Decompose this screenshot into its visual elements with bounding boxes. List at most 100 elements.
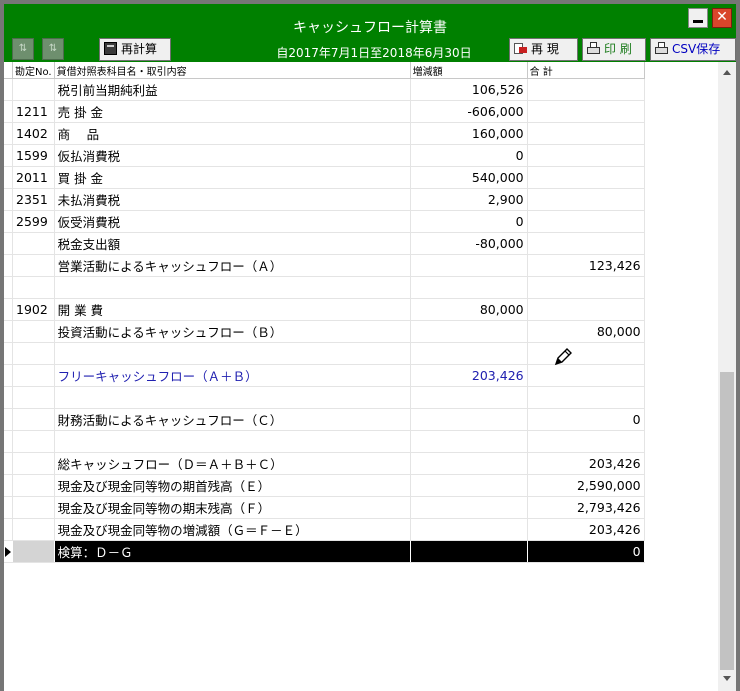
- table-row[interactable]: 2351 未払消費税 2,900: [4, 188, 645, 211]
- row-selector[interactable]: [4, 100, 13, 123]
- amount-cell[interactable]: [410, 320, 528, 343]
- account-name-cell[interactable]: 検算：Ｄ－Ｇ: [54, 540, 411, 563]
- account-name-cell[interactable]: 財務活動によるキャッシュフロー（Ｃ）: [54, 408, 411, 431]
- account-name-cell[interactable]: 商 品: [54, 122, 411, 145]
- account-name-cell[interactable]: [54, 342, 411, 365]
- account-code-cell[interactable]: 1599: [12, 144, 55, 167]
- close-icon[interactable]: ✕: [712, 8, 732, 28]
- row-selector[interactable]: [4, 144, 13, 167]
- account-name-cell[interactable]: [54, 386, 411, 409]
- account-name-cell[interactable]: 買 掛 金: [54, 166, 411, 189]
- row-selector[interactable]: [4, 210, 13, 233]
- csv-save-button[interactable]: CSV保存: [650, 38, 736, 61]
- account-name-cell[interactable]: 営業活動によるキャッシュフロー（Ａ）: [54, 254, 411, 277]
- table-row[interactable]: 税金支出額 -80,000: [4, 232, 645, 255]
- account-code-cell[interactable]: [12, 474, 55, 497]
- table-row[interactable]: 財務活動によるキャッシュフロー（Ｃ） 0: [4, 408, 645, 431]
- scroll-down-icon[interactable]: [723, 676, 731, 681]
- row-selector[interactable]: [4, 496, 13, 519]
- amount-cell[interactable]: -80,000: [410, 232, 528, 255]
- account-code-cell[interactable]: [12, 408, 55, 431]
- table-row[interactable]: [4, 386, 645, 409]
- row-selector[interactable]: [4, 188, 13, 211]
- account-code-cell[interactable]: [12, 254, 55, 277]
- table-row[interactable]: 投資活動によるキャッシュフロー（Ｂ） 80,000: [4, 320, 645, 343]
- table-row[interactable]: 総キャッシュフロー（Ｄ＝Ａ＋Ｂ＋Ｃ） 203,426: [4, 452, 645, 475]
- account-name-cell[interactable]: 現金及び現金同等物の期末残高（Ｆ）: [54, 496, 411, 519]
- total-cell[interactable]: [527, 430, 645, 453]
- header-name[interactable]: 貸借対照表科目名・取引内容: [54, 62, 411, 79]
- account-name-cell[interactable]: 現金及び現金同等物の増減額（Ｇ＝Ｆ－Ｅ）: [54, 518, 411, 541]
- account-name-cell[interactable]: [54, 276, 411, 299]
- table-row[interactable]: [4, 430, 645, 453]
- account-name-cell[interactable]: 現金及び現金同等物の期首残高（Ｅ）: [54, 474, 411, 497]
- row-selector[interactable]: [4, 540, 13, 563]
- total-cell[interactable]: 0: [527, 408, 645, 431]
- table-row[interactable]: [4, 342, 645, 365]
- total-cell[interactable]: 2,590,000: [527, 474, 645, 497]
- total-cell[interactable]: [527, 144, 645, 167]
- total-cell[interactable]: [527, 210, 645, 233]
- amount-cell[interactable]: 2,900: [410, 188, 528, 211]
- sort-desc-icon[interactable]: ⇅: [42, 38, 64, 60]
- table-row[interactable]: 1211 売 掛 金 -606,000: [4, 100, 645, 123]
- row-selector[interactable]: [4, 452, 13, 475]
- row-selector[interactable]: [4, 386, 13, 409]
- total-cell[interactable]: [527, 342, 645, 365]
- amount-cell[interactable]: [410, 386, 528, 409]
- account-code-cell[interactable]: [12, 232, 55, 255]
- row-selector[interactable]: [4, 342, 13, 365]
- table-row[interactable]: 現金及び現金同等物の期首残高（Ｅ） 2,590,000: [4, 474, 645, 497]
- row-selector[interactable]: [4, 430, 13, 453]
- row-selector[interactable]: [4, 408, 13, 431]
- table-row[interactable]: 1902 開 業 費 80,000: [4, 298, 645, 321]
- row-selector[interactable]: [4, 298, 13, 321]
- account-code-cell[interactable]: [12, 386, 55, 409]
- amount-cell[interactable]: 0: [410, 144, 528, 167]
- account-name-cell[interactable]: フリーキャッシュフロー（Ａ＋Ｂ）: [54, 364, 411, 387]
- print-button[interactable]: 印 刷: [582, 38, 646, 61]
- minimize-icon[interactable]: [688, 8, 708, 28]
- account-name-cell[interactable]: 未払消費税: [54, 188, 411, 211]
- table-row[interactable]: 1599 仮払消費税 0: [4, 144, 645, 167]
- table-row[interactable]: 営業活動によるキャッシュフロー（Ａ） 123,426: [4, 254, 645, 277]
- account-code-cell[interactable]: [12, 452, 55, 475]
- amount-cell[interactable]: 106,526: [410, 78, 528, 101]
- total-cell[interactable]: [527, 232, 645, 255]
- header-amount[interactable]: 増減額: [410, 62, 528, 79]
- account-code-cell[interactable]: 2011: [12, 166, 55, 189]
- account-code-cell[interactable]: [12, 496, 55, 519]
- table-row[interactable]: 税引前当期純利益 106,526: [4, 78, 645, 101]
- account-code-cell[interactable]: 1402: [12, 122, 55, 145]
- amount-cell[interactable]: [410, 430, 528, 453]
- amount-cell[interactable]: [410, 474, 528, 497]
- row-selector[interactable]: [4, 166, 13, 189]
- account-code-cell[interactable]: 2351: [12, 188, 55, 211]
- table-row[interactable]: フリーキャッシュフロー（Ａ＋Ｂ） 203,426: [4, 364, 645, 387]
- total-cell[interactable]: [527, 276, 645, 299]
- table-row[interactable]: 現金及び現金同等物の増減額（Ｇ＝Ｆ－Ｅ） 203,426: [4, 518, 645, 541]
- account-name-cell[interactable]: 仮受消費税: [54, 210, 411, 233]
- account-code-cell[interactable]: [12, 364, 55, 387]
- total-cell[interactable]: [527, 100, 645, 123]
- total-cell[interactable]: [527, 364, 645, 387]
- account-name-cell[interactable]: 仮払消費税: [54, 144, 411, 167]
- total-cell[interactable]: 0: [527, 540, 645, 563]
- account-code-cell[interactable]: 1902: [12, 298, 55, 321]
- amount-cell[interactable]: [410, 254, 528, 277]
- account-name-cell[interactable]: 税引前当期純利益: [54, 78, 411, 101]
- table-row[interactable]: 現金及び現金同等物の期末残高（Ｆ） 2,793,426: [4, 496, 645, 519]
- total-cell[interactable]: 203,426: [527, 518, 645, 541]
- row-selector[interactable]: [4, 518, 13, 541]
- row-selector[interactable]: [4, 78, 13, 101]
- account-code-cell[interactable]: 2599: [12, 210, 55, 233]
- amount-cell[interactable]: [410, 276, 528, 299]
- amount-cell[interactable]: 203,426: [410, 364, 528, 387]
- sort-asc-icon[interactable]: ⇅: [12, 38, 34, 60]
- row-selector[interactable]: [4, 364, 13, 387]
- table-row[interactable]: 2599 仮受消費税 0: [4, 210, 645, 233]
- scroll-thumb[interactable]: [720, 372, 734, 670]
- account-code-cell[interactable]: [12, 342, 55, 365]
- account-name-cell[interactable]: 総キャッシュフロー（Ｄ＝Ａ＋Ｂ＋Ｃ）: [54, 452, 411, 475]
- account-name-cell[interactable]: 売 掛 金: [54, 100, 411, 123]
